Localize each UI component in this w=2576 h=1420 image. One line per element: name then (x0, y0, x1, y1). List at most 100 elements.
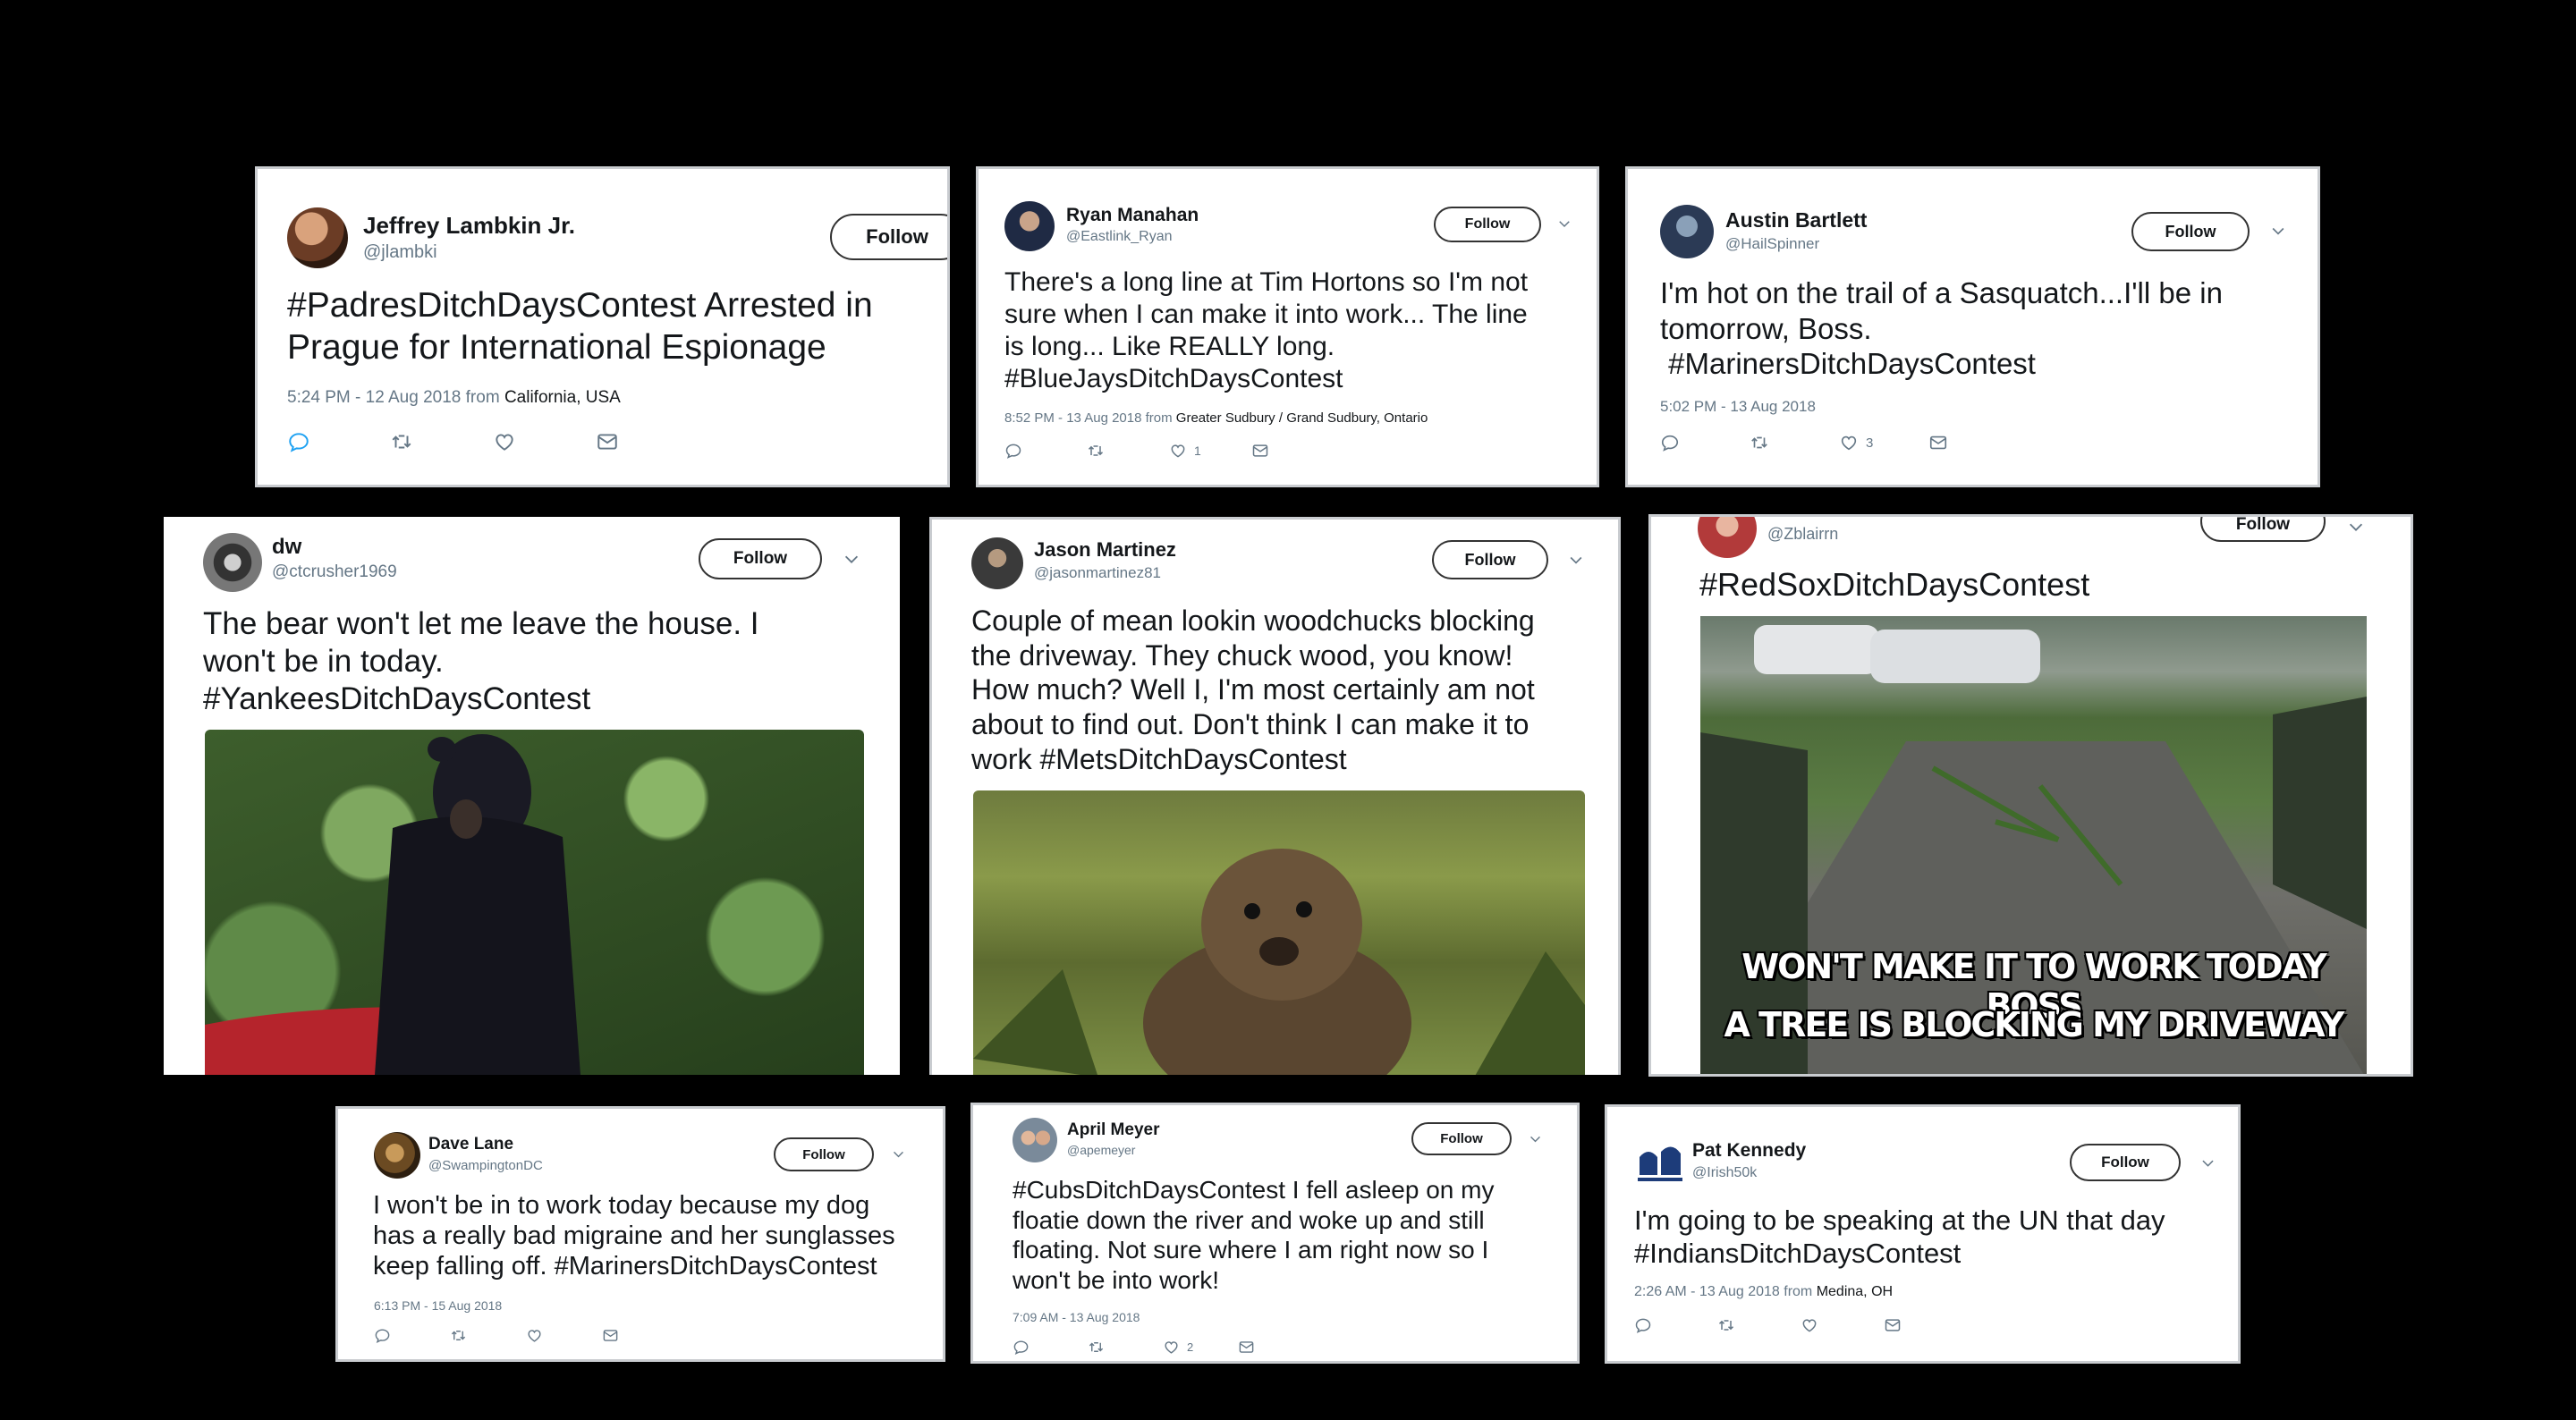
author-name[interactable]: Dave Lane (428, 1135, 513, 1154)
author-name[interactable]: Pat Kennedy (1692, 1140, 1806, 1162)
author-handle[interactable]: @Zblairrn (1767, 525, 1838, 544)
message-icon[interactable] (1238, 1339, 1255, 1356)
tweet-time[interactable]: 5:24 PM - 12 Aug 2018 (287, 388, 461, 407)
follow-button[interactable]: Follow (830, 214, 947, 260)
chevron-down-icon[interactable] (891, 1146, 906, 1166)
retweet-icon[interactable] (1750, 433, 1839, 452)
author-handle[interactable]: @ctcrusher1969 (272, 562, 397, 582)
reply-icon[interactable] (1004, 442, 1087, 460)
author-name[interactable]: Ryan Manahan (1066, 205, 1199, 226)
tweet-text: I won't be in to work today because my d… (373, 1191, 895, 1282)
tweet-location[interactable]: Greater Sudbury / Grand Sudbury, Ontario (1176, 410, 1428, 426)
reply-icon[interactable] (1660, 433, 1750, 452)
author-handle[interactable]: @apemeyer (1067, 1143, 1135, 1157)
tweet-time[interactable]: 2:26 AM - 13 Aug 2018 (1634, 1284, 1780, 1299)
reply-icon[interactable] (287, 430, 390, 453)
author-name[interactable]: dw (272, 535, 301, 560)
author-name[interactable]: Austin Bartlett (1725, 208, 1867, 232)
tweet-time[interactable]: 5:02 PM - 13 Aug 2018 (1660, 398, 1816, 415)
chevron-down-icon[interactable] (2346, 517, 2366, 541)
retweet-icon[interactable] (1717, 1316, 1801, 1334)
tweet-card-apemeyer: April Meyer @apemeyer Follow #CubsDitchD… (970, 1103, 1580, 1364)
bear-icon (205, 734, 580, 1075)
avatar[interactable] (1634, 1139, 1686, 1188)
reply-icon[interactable] (1013, 1339, 1088, 1356)
author-handle[interactable]: @HailSpinner (1725, 235, 1819, 253)
retweet-icon[interactable] (1087, 442, 1169, 460)
tweet-line: #CubsDitchDaysContest I fell asleep on m… (1013, 1176, 1495, 1204)
avatar[interactable] (1004, 201, 1055, 251)
avatar[interactable] (1013, 1118, 1057, 1162)
tweet-line: won't be in today. (203, 644, 444, 679)
reply-icon[interactable] (1634, 1316, 1717, 1334)
tweet-text: There's a long line at Tim Hortons so I'… (1004, 266, 1528, 395)
like-icon[interactable]: 3 (1839, 433, 1928, 452)
follow-button[interactable]: Follow (1434, 207, 1541, 242)
from-label: from (465, 388, 500, 407)
message-icon[interactable] (1884, 1316, 1902, 1334)
retweet-icon[interactable] (450, 1327, 526, 1344)
retweet-icon[interactable] (390, 430, 493, 453)
author-handle[interactable]: @jlambki (363, 242, 437, 263)
like-icon[interactable] (1801, 1316, 1884, 1334)
tweet-time[interactable]: 8:52 PM - 13 Aug 2018 (1004, 410, 1141, 426)
tweet-line: about to find out. Don't think I can mak… (971, 708, 1530, 741)
like-icon[interactable] (493, 430, 596, 453)
author-handle[interactable]: @SwampingtonDC (428, 1158, 543, 1173)
author-name[interactable]: April Meyer (1067, 1120, 1159, 1140)
message-icon[interactable] (602, 1327, 619, 1344)
retweet-icon[interactable] (1088, 1339, 1163, 1356)
tweet-image-bear[interactable] (205, 730, 864, 1075)
message-icon[interactable] (596, 430, 619, 453)
tweet-time[interactable]: 7:09 AM - 13 Aug 2018 (1013, 1310, 1140, 1324)
tweet-line: has a really bad migraine and her sungla… (373, 1221, 895, 1250)
author-name[interactable]: Jason Martinez (1034, 538, 1176, 562)
tweet-card-swampingtondc: Dave Lane @SwampingtonDC Follow I won't … (335, 1106, 945, 1362)
follow-button[interactable]: Follow (1411, 1122, 1512, 1155)
follow-button[interactable]: Follow (2131, 212, 2250, 251)
chevron-down-icon[interactable] (2269, 222, 2287, 244)
follow-button[interactable]: Follow (2200, 517, 2326, 542)
follow-button[interactable]: Follow (1432, 540, 1548, 579)
tweet-text: I'm hot on the trail of a Sasquatch...I'… (1660, 275, 2223, 382)
avatar[interactable] (971, 537, 1023, 589)
avatar[interactable] (1660, 205, 1714, 258)
like-icon[interactable] (526, 1327, 602, 1344)
tweet-line: floating. Not sure where I am right now … (1013, 1236, 1489, 1264)
like-icon[interactable]: 2 (1163, 1339, 1238, 1356)
tweet-image-tree-meme[interactable]: WON'T MAKE IT TO WORK TODAY BOSS A TREE … (1700, 616, 2367, 1074)
message-icon[interactable] (1251, 442, 1269, 460)
author-handle[interactable]: @Eastlink_Ryan (1066, 229, 1173, 245)
follow-button[interactable]: Follow (2070, 1144, 2181, 1181)
reply-icon[interactable] (374, 1327, 450, 1344)
chevron-down-icon[interactable] (1528, 1131, 1543, 1151)
tweet-meta: 6:13 PM - 15 Aug 2018 (374, 1298, 502, 1313)
chevron-down-icon[interactable] (842, 549, 861, 573)
chevron-down-icon[interactable] (1567, 551, 1585, 573)
tweet-actions: 3 (1660, 433, 1948, 452)
tweet-card-hailspinner: Austin Bartlett @HailSpinner Follow I'm … (1625, 166, 2320, 487)
avatar[interactable] (287, 207, 348, 268)
like-icon[interactable]: 1 (1169, 442, 1251, 460)
author-handle[interactable]: @jasonmartinez81 (1034, 564, 1161, 582)
avatar[interactable] (374, 1132, 420, 1179)
tweet-actions: 1 (1004, 442, 1269, 460)
author-handle[interactable]: @Irish50k (1692, 1165, 1757, 1181)
tweet-line: Couple of mean lookin woodchucks blockin… (971, 604, 1535, 637)
tweet-meta: 8:52 PM - 13 Aug 2018 from Greater Sudbu… (1004, 410, 1428, 426)
tweet-text: #RedSoxDitchDaysContest (1699, 565, 2089, 604)
tweet-line: #MarinersDitchDaysContest (1660, 347, 2036, 381)
avatar[interactable] (203, 533, 262, 592)
chevron-down-icon[interactable] (2199, 1154, 2216, 1176)
tweet-location[interactable]: California, USA (504, 388, 621, 407)
chevron-down-icon[interactable] (1556, 216, 1572, 236)
message-icon[interactable] (1928, 433, 1948, 452)
tweet-time[interactable]: 6:13 PM - 15 Aug 2018 (374, 1298, 502, 1313)
avatar[interactable] (1698, 517, 1757, 558)
tweet-location[interactable]: Medina, OH (1817, 1284, 1893, 1299)
author-name[interactable]: Jeffrey Lambkin Jr. (363, 212, 575, 240)
tweet-meta: 5:24 PM - 12 Aug 2018 from California, U… (287, 388, 621, 408)
tweet-image-woodchuck[interactable] (973, 790, 1585, 1075)
follow-button[interactable]: Follow (774, 1137, 874, 1171)
follow-button[interactable]: Follow (699, 538, 822, 579)
